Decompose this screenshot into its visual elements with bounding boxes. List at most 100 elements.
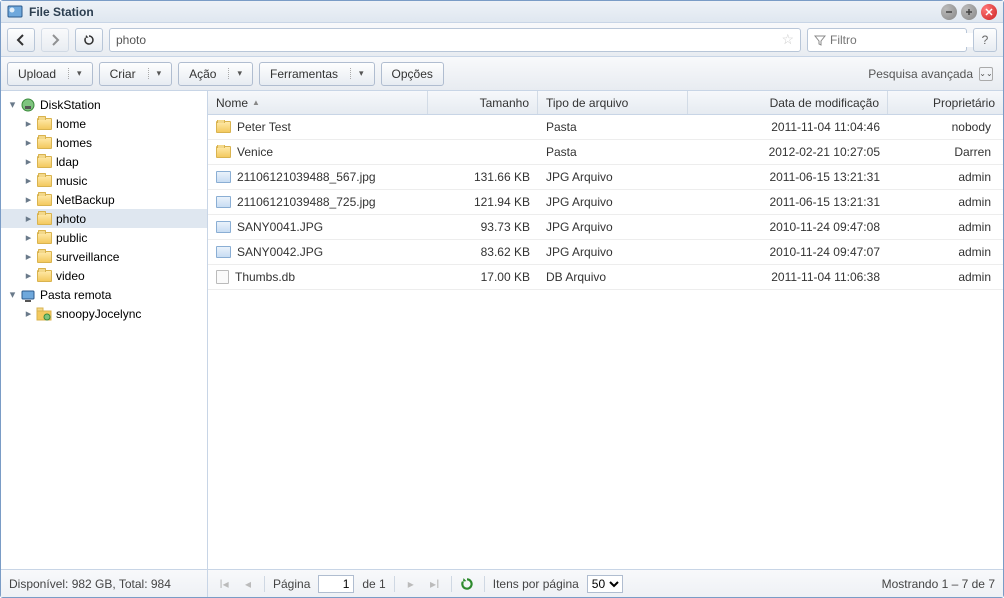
file-type: Pasta: [538, 145, 688, 159]
page-first-button[interactable]: I◂: [216, 577, 232, 591]
table-row[interactable]: SANY0041.JPG 93.73 KBJPG Arquivo2010-11-2…: [208, 215, 1003, 240]
help-button[interactable]: ?: [973, 28, 997, 52]
tools-button[interactable]: Ferramentas▾: [259, 62, 375, 86]
page-input[interactable]: [318, 575, 354, 593]
items-per-page-label: Itens por página: [493, 577, 579, 591]
page-of-label: de 1: [362, 577, 385, 591]
upload-button[interactable]: Upload▾: [7, 62, 93, 86]
create-button[interactable]: Criar▾: [99, 62, 173, 86]
file-owner: admin: [888, 170, 1003, 184]
file-date: 2011-06-15 13:21:31: [688, 195, 888, 209]
file-date: 2011-11-04 11:04:46: [688, 120, 888, 134]
maximize-button[interactable]: [961, 4, 977, 20]
disk-status: Disponível: 982 GB, Total: 984: [1, 570, 208, 597]
file-icon: [216, 270, 229, 284]
minimize-button[interactable]: [941, 4, 957, 20]
table-row[interactable]: 211061210394​88_567.jpg131.66 KBJPG Arqu…: [208, 165, 1003, 190]
advanced-search-link[interactable]: Pesquisa avançada ⌄⌄: [868, 67, 997, 81]
file-owner: nobody: [888, 120, 1003, 134]
image-file-icon: [216, 171, 231, 183]
column-size[interactable]: Tamanho: [428, 91, 538, 114]
nav-refresh-button[interactable]: [75, 28, 103, 52]
folder-icon: [216, 121, 231, 133]
table-row[interactable]: VenicePasta2012-02-21 10:27:05Darren: [208, 140, 1003, 165]
folder-icon: [36, 173, 52, 189]
file-date: 2010-11-24 09:47:07: [688, 245, 888, 259]
tree-item-home[interactable]: ▸home: [1, 114, 207, 133]
action-button[interactable]: Ação▾: [178, 62, 253, 86]
items-per-page-select[interactable]: 50: [587, 575, 623, 593]
folder-icon: [36, 268, 52, 284]
file-date: 2011-06-15 13:21:31: [688, 170, 888, 184]
file-size: 83.62 KB: [428, 245, 538, 259]
file-date: 2010-11-24 09:47:08: [688, 220, 888, 234]
file-name: SANY0041.JPG: [237, 220, 323, 234]
page-next-button[interactable]: ▸: [403, 577, 419, 591]
nav-back-button[interactable]: [7, 28, 35, 52]
tree-item-surveillance[interactable]: ▸surveillance: [1, 247, 207, 266]
options-button[interactable]: Opções: [381, 62, 444, 86]
tree-item-ldap[interactable]: ▸ldap: [1, 152, 207, 171]
app-icon: [7, 4, 23, 20]
nav-forward-button[interactable]: [41, 28, 69, 52]
page-refresh-button[interactable]: [460, 577, 476, 591]
file-name: Peter Test: [237, 120, 291, 134]
folder-icon: [36, 135, 52, 151]
path-input[interactable]: [116, 33, 781, 47]
showing-label: Mostrando 1 – 7 de 7: [882, 577, 995, 591]
tree-item-NetBackup[interactable]: ▸NetBackup: [1, 190, 207, 209]
page-prev-button[interactable]: ◂: [240, 577, 256, 591]
filter-input[interactable]: [830, 33, 985, 47]
favorite-icon[interactable]: ☆: [781, 31, 794, 48]
column-owner[interactable]: Proprietário: [888, 91, 1003, 114]
file-size: 121.94 KB: [428, 195, 538, 209]
tree-item-homes[interactable]: ▸homes: [1, 133, 207, 152]
tree-item-photo[interactable]: ▸photo: [1, 209, 207, 228]
file-type: DB Arquivo: [538, 270, 688, 284]
file-date: 2011-11-04 11:06:38: [688, 270, 888, 284]
file-size: 17.00 KB: [428, 270, 538, 284]
tree-item-video[interactable]: ▸video: [1, 266, 207, 285]
file-owner: admin: [888, 220, 1003, 234]
table-row[interactable]: Peter TestPasta2011-11-04 11:04:46nobody: [208, 115, 1003, 140]
filter-box[interactable]: [807, 28, 967, 52]
page-last-button[interactable]: ▸I: [427, 577, 443, 591]
image-file-icon: [216, 221, 231, 233]
path-input-box[interactable]: ☆: [109, 28, 801, 52]
file-type: JPG Arquivo: [538, 220, 688, 234]
file-owner: Darren: [888, 145, 1003, 159]
page-label: Página: [273, 577, 310, 591]
folder-icon: [36, 230, 52, 246]
tree-root-diskstation[interactable]: ▾DiskStation: [1, 95, 207, 114]
table-row[interactable]: Thumbs.db17.00 KBDB Arquivo2011-11-04 11…: [208, 265, 1003, 290]
table-row[interactable]: SANY0042.JPG 83.62 KBJPG Arquivo2010-11-2…: [208, 240, 1003, 265]
file-owner: admin: [888, 270, 1003, 284]
tree-item-public[interactable]: ▸public: [1, 228, 207, 247]
window-title: File Station: [29, 5, 937, 19]
network-folder-icon: [36, 306, 52, 322]
close-button[interactable]: [981, 4, 997, 20]
tree-root-remote[interactable]: ▾Pasta remota: [1, 285, 207, 304]
column-name[interactable]: Nome: [208, 91, 428, 114]
image-file-icon: [216, 246, 231, 258]
filter-icon: [814, 34, 826, 46]
column-type[interactable]: Tipo de arquivo: [538, 91, 688, 114]
file-date: 2012-02-21 10:27:05: [688, 145, 888, 159]
disk-icon: [20, 97, 36, 113]
file-size: 93.73 KB: [428, 220, 538, 234]
file-name: 211061210394​88_567.jpg: [237, 170, 376, 184]
file-owner: admin: [888, 195, 1003, 209]
tree-item-snoopyJocelync[interactable]: ▸snoopyJocelync: [1, 304, 207, 323]
chevron-down-icon: ⌄⌄: [979, 67, 993, 81]
file-type: JPG Arquivo: [538, 245, 688, 259]
folder-icon: [36, 154, 52, 170]
folder-icon: [36, 211, 52, 227]
folder-icon: [216, 146, 231, 158]
tree-item-music[interactable]: ▸music: [1, 171, 207, 190]
file-name: SANY0042.JPG: [237, 245, 323, 259]
column-date[interactable]: Data de modificação: [688, 91, 888, 114]
folder-icon: [36, 249, 52, 265]
image-file-icon: [216, 196, 231, 208]
table-row[interactable]: 211061210394​88_725.jpg121.94 KBJPG Arqu…: [208, 190, 1003, 215]
folder-icon: [36, 192, 52, 208]
